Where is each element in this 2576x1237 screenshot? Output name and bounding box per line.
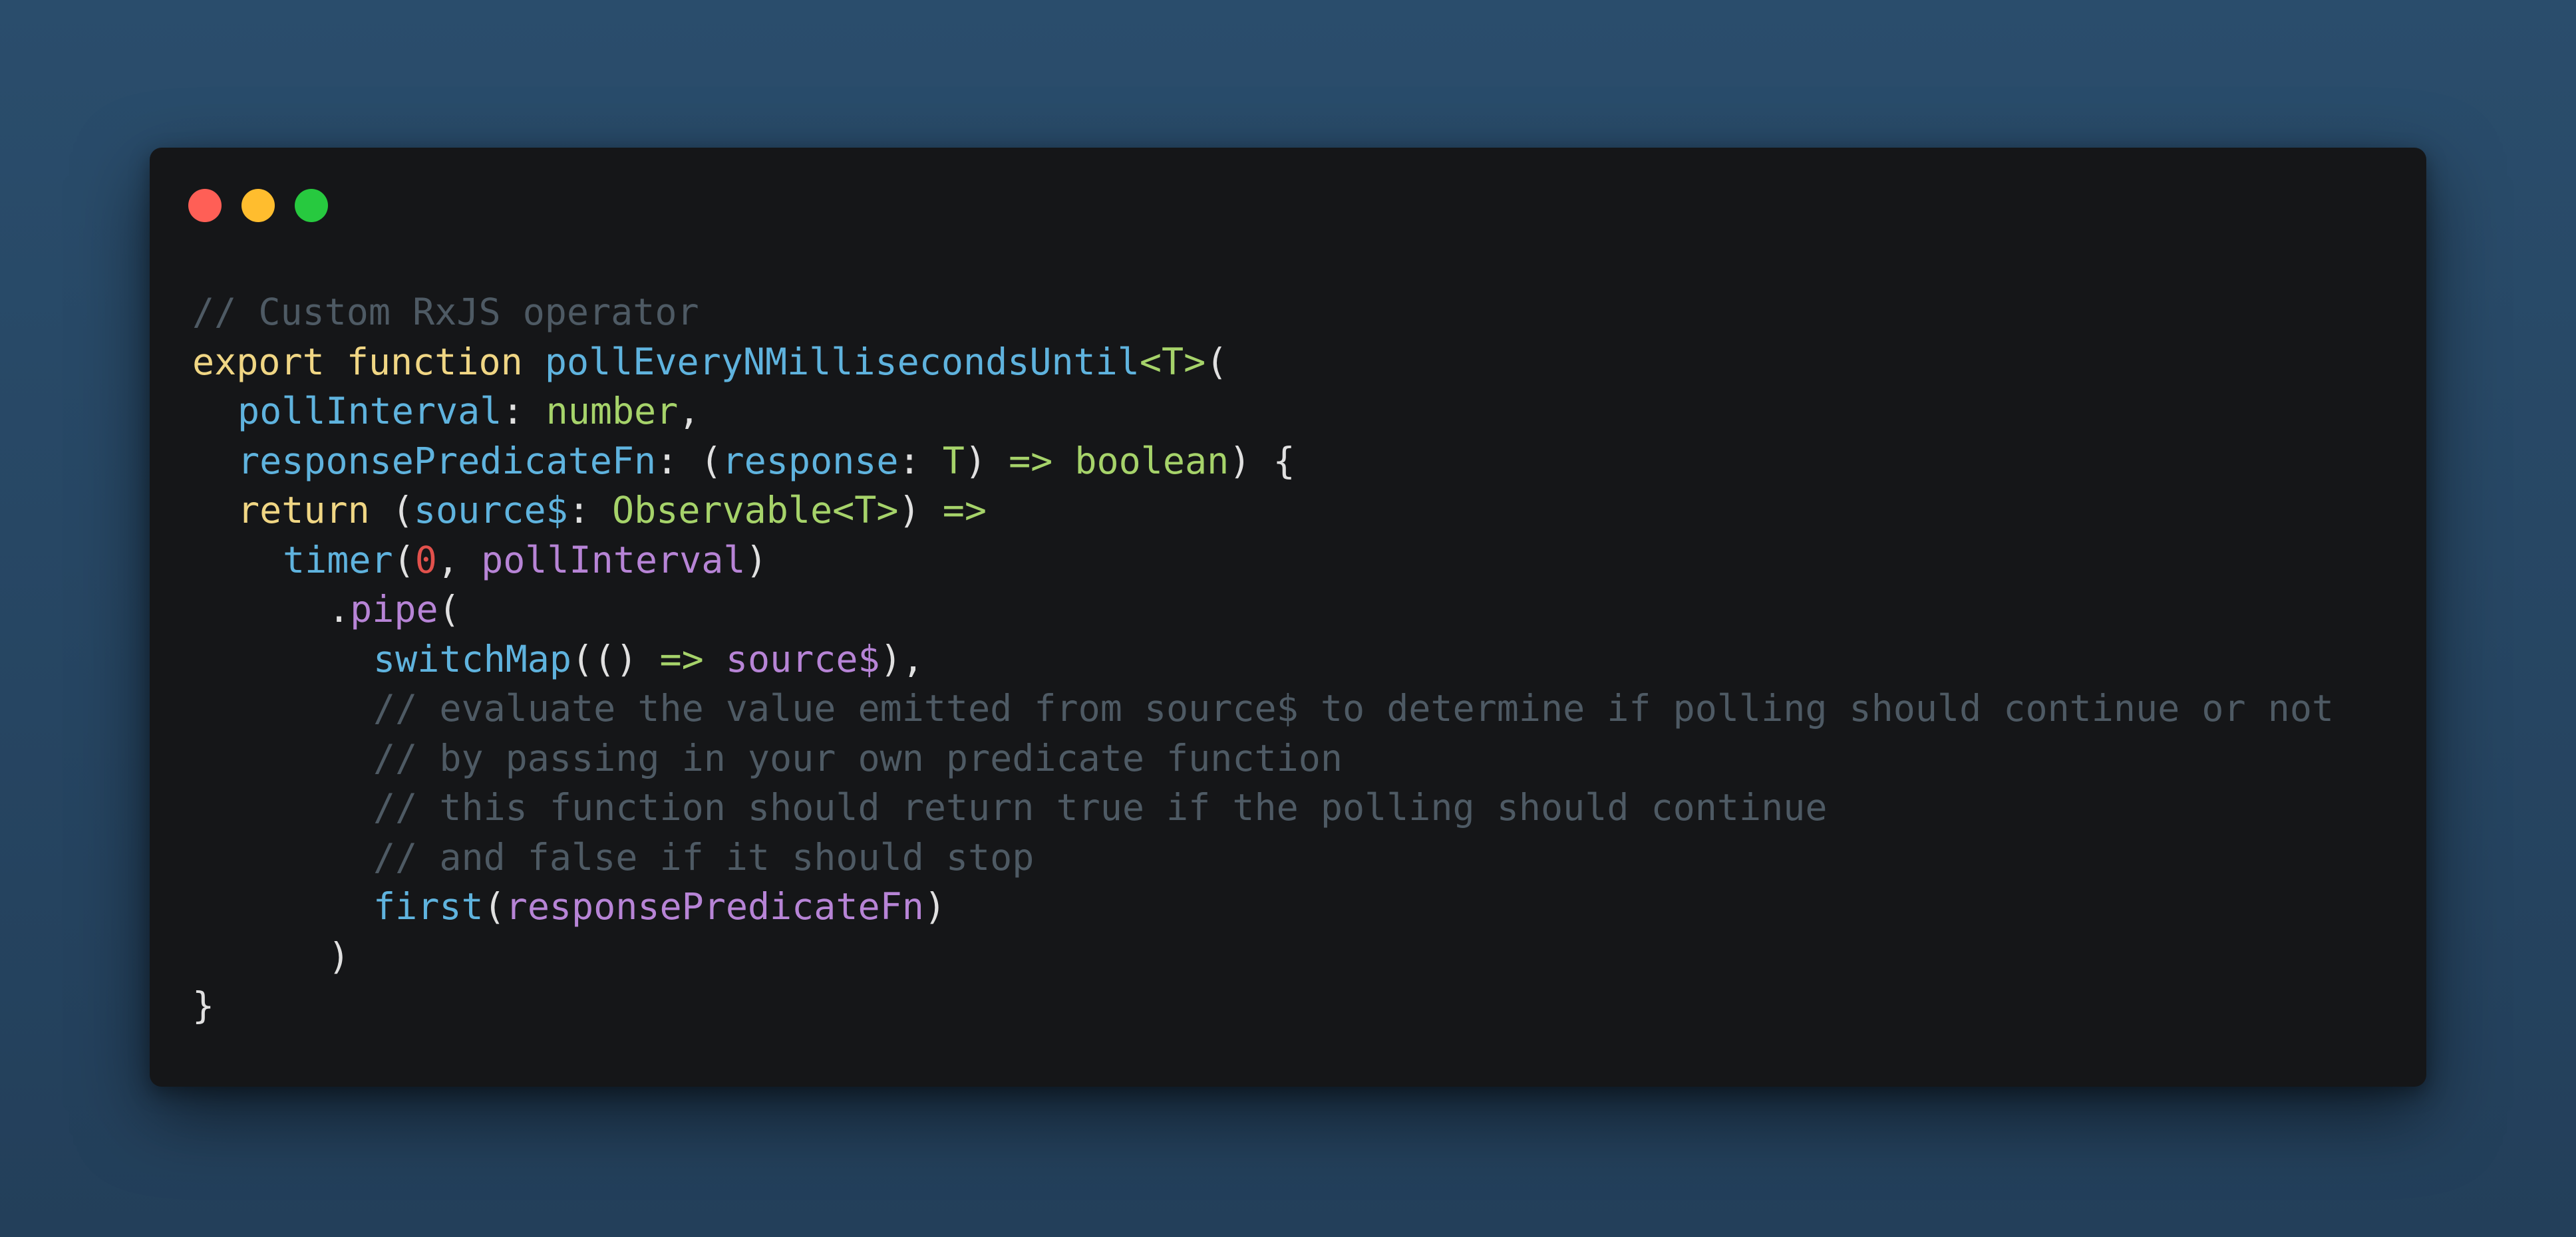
punctuation: : xyxy=(656,439,679,482)
type-name: boolean xyxy=(1074,439,1229,482)
punctuation: ) xyxy=(328,934,351,978)
type-name: number xyxy=(546,390,679,432)
punctuation: ) xyxy=(745,538,768,581)
punctuation: (() xyxy=(571,637,638,680)
code-line-3: pollInterval: number, xyxy=(192,386,2334,436)
punctuation: ) xyxy=(898,489,921,531)
punctuation: } xyxy=(192,984,215,1027)
code-comment: // and false if it should stop xyxy=(373,835,1035,879)
maximize-window-icon[interactable] xyxy=(295,189,328,222)
arrow-operator: => xyxy=(942,489,987,531)
argument: responsePredicateFn xyxy=(505,885,924,928)
function-call: switchMap xyxy=(373,637,572,680)
type-name: Observable<T> xyxy=(611,489,899,531)
punctuation: ) xyxy=(1229,439,1251,482)
punctuation: ) xyxy=(923,885,946,928)
code-line-9: // evaluate the value emitted from sourc… xyxy=(192,684,2334,734)
code-line-6: timer(0, pollInterval) xyxy=(192,535,2334,585)
window-titlebar xyxy=(150,148,2426,227)
code-line-1: // Custom RxJS operator xyxy=(192,287,2334,337)
keyword-export: export xyxy=(192,340,325,383)
punctuation: , xyxy=(678,390,701,432)
code-line-7: .pipe( xyxy=(192,585,2334,634)
argument: source$ xyxy=(725,637,880,680)
code-line-8: switchMap(() => source$), xyxy=(192,634,2334,684)
generic-type: <T> xyxy=(1139,340,1206,383)
function-name: pollEveryNMillisecondsUntil xyxy=(544,340,1140,383)
code-comment: // evaluate the value emitted from sourc… xyxy=(373,687,2334,730)
code-line-14: ) xyxy=(192,932,2334,982)
code-line-11: // this function should return true if t… xyxy=(192,783,2334,833)
number-literal: 0 xyxy=(414,538,437,581)
punctuation: ( xyxy=(391,489,414,531)
punctuation: ( xyxy=(700,439,723,482)
minimize-window-icon[interactable] xyxy=(242,189,275,222)
param-name: responsePredicateFn xyxy=(238,439,657,482)
punctuation: : xyxy=(502,390,524,432)
punctuation: ( xyxy=(483,885,506,928)
function-call: timer xyxy=(283,538,393,581)
code-line-4: responsePredicateFn: (response: T) => bo… xyxy=(192,436,2334,486)
punctuation: ( xyxy=(1206,340,1228,383)
code-block: // Custom RxJS operator export function p… xyxy=(192,287,2334,1031)
code-comment: // by passing in your own predicate func… xyxy=(373,736,1343,779)
code-line-12: // and false if it should stop xyxy=(192,833,2334,883)
code-line-5: return (source$: Observable<T>) => xyxy=(192,485,2334,535)
punctuation: ( xyxy=(393,538,415,581)
punctuation: : xyxy=(567,489,590,531)
code-line-2: export function pollEveryNMillisecondsUn… xyxy=(192,337,2334,387)
punctuation: , xyxy=(436,538,459,581)
arrow-operator: => xyxy=(1009,439,1053,482)
punctuation: { xyxy=(1273,439,1295,482)
code-window: // Custom RxJS operator export function p… xyxy=(150,148,2426,1087)
function-call: first xyxy=(373,885,484,928)
param-name: pollInterval xyxy=(238,390,502,432)
punctuation: . xyxy=(328,588,351,630)
punctuation: : xyxy=(898,439,921,482)
punctuation: ), xyxy=(880,637,924,680)
param-name: source$ xyxy=(413,489,568,531)
type-name: T xyxy=(942,439,965,482)
param-name: response xyxy=(722,439,899,482)
argument: pollInterval xyxy=(481,538,746,581)
method-name: pipe xyxy=(350,588,438,630)
code-line-10: // by passing in your own predicate func… xyxy=(192,734,2334,783)
code-comment: // this function should return true if t… xyxy=(373,786,1828,829)
punctuation: ) xyxy=(964,439,987,482)
punctuation: ( xyxy=(438,588,460,630)
code-comment: // Custom RxJS operator xyxy=(192,291,699,333)
code-line-13: first(responsePredicateFn) xyxy=(192,882,2334,932)
close-window-icon[interactable] xyxy=(188,189,222,222)
code-line-15: } xyxy=(192,981,2334,1031)
keyword-return: return xyxy=(238,489,370,531)
keyword-function: function xyxy=(346,340,523,383)
arrow-operator: => xyxy=(659,637,704,680)
